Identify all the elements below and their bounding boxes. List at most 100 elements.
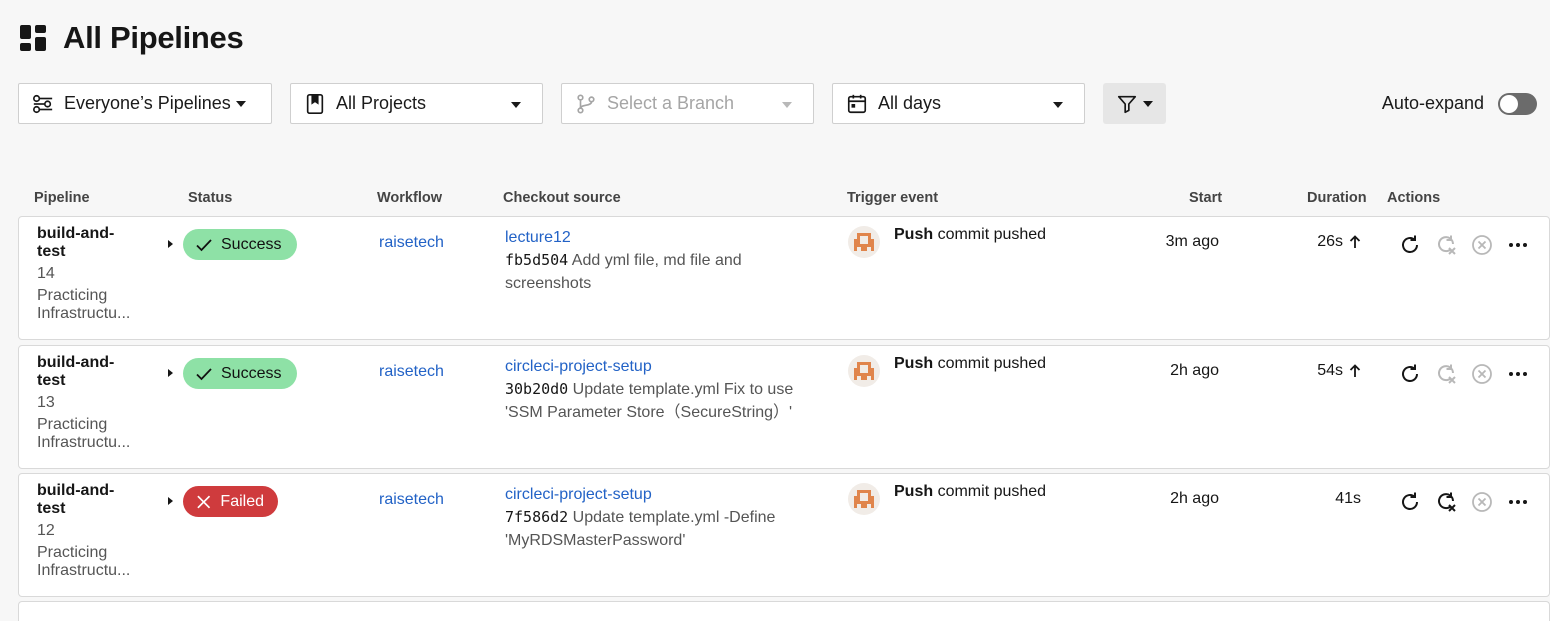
trigger-event: Push commit pushed xyxy=(848,355,1046,387)
cancel-button[interactable] xyxy=(1464,489,1500,515)
commit-sha[interactable]: 30b20d0 xyxy=(505,380,568,398)
trigger-type: Push xyxy=(894,355,934,372)
dashboard-icon xyxy=(20,25,46,51)
checkout-source: circleci-project-setup 30b20d0 Update te… xyxy=(505,355,825,424)
rerun-failed-button[interactable] xyxy=(1428,361,1464,387)
owner-dropdown[interactable]: Everyone’s Pipelines xyxy=(18,83,272,124)
filter-button[interactable] xyxy=(1103,83,1166,124)
trigger-text: commit pushed xyxy=(937,355,1047,372)
col-actions: Actions xyxy=(1387,190,1441,206)
rerun-button[interactable] xyxy=(1392,489,1428,515)
branch-dropdown[interactable]: Select a Branch xyxy=(561,83,814,124)
avatar xyxy=(848,483,880,515)
duration-value: 54s xyxy=(1317,362,1343,379)
pipeline-cell: build-and-test 12 Practicing Infrastruct… xyxy=(37,482,167,580)
chevron-down-icon xyxy=(1053,102,1063,108)
status-badge[interactable]: Success xyxy=(183,358,297,389)
start-time: 2h ago xyxy=(1170,490,1219,507)
status-badge[interactable]: Failed xyxy=(183,486,278,517)
table-row[interactable]: build-and-test 12 Practicing Infrastruct… xyxy=(18,473,1550,597)
pipeline-cell: build-and-test 13 Practicing Infrastruct… xyxy=(37,354,167,452)
date-dropdown[interactable]: All days xyxy=(832,83,1085,124)
rerun-button[interactable] xyxy=(1392,232,1428,258)
rerun-failed-icon xyxy=(1438,235,1456,255)
workflow-link[interactable]: raisetech xyxy=(379,363,444,381)
trigger-type: Push xyxy=(894,226,934,243)
col-status: Status xyxy=(188,190,233,206)
arrow-up-icon xyxy=(1349,235,1361,248)
chevron-down-icon xyxy=(511,102,521,108)
auto-expand-toggle[interactable] xyxy=(1498,92,1537,115)
rerun-button[interactable] xyxy=(1392,361,1428,387)
branch-link[interactable]: lecture12 xyxy=(505,226,825,249)
start-time: 3m ago xyxy=(1165,233,1219,250)
workflow-link[interactable]: raisetech xyxy=(379,491,444,509)
check-icon xyxy=(196,238,212,251)
cancel-icon xyxy=(1472,235,1492,255)
status-label: Failed xyxy=(220,492,264,510)
rerun-failed-button[interactable] xyxy=(1428,232,1464,258)
filter-bar: Everyone’s Pipelines All Projects Select… xyxy=(18,83,1550,124)
more-icon xyxy=(1509,243,1527,247)
duration-value: 41s xyxy=(1335,490,1361,507)
expand-row-icon[interactable] xyxy=(166,494,176,508)
table-row[interactable] xyxy=(18,601,1550,621)
expand-row-icon[interactable] xyxy=(166,237,176,251)
page-title: All Pipelines xyxy=(63,20,244,55)
trigger-text: commit pushed xyxy=(937,483,1047,500)
cancel-icon xyxy=(1472,364,1492,384)
table-header: Pipeline Status Workflow Checkout source… xyxy=(0,188,1550,208)
duration: 54s xyxy=(1317,362,1361,380)
trigger-type: Push xyxy=(894,483,934,500)
rerun-failed-icon xyxy=(1438,364,1456,384)
rerun-icon xyxy=(1402,492,1418,510)
row-actions xyxy=(1392,361,1536,387)
calendar-icon xyxy=(847,94,867,113)
project-name: Practicing Infrastructu... xyxy=(37,287,131,322)
project-name: Practicing Infrastructu... xyxy=(37,544,131,579)
pipelines-icon xyxy=(33,94,53,113)
col-pipeline: Pipeline xyxy=(34,190,90,206)
project-dropdown-label: All Projects xyxy=(336,93,427,113)
more-button[interactable] xyxy=(1500,361,1536,387)
table-row[interactable]: build-and-test 14 Practicing Infrastruct… xyxy=(18,216,1550,340)
trigger-event: Push commit pushed xyxy=(848,483,1046,515)
trigger-event: Push commit pushed xyxy=(848,226,1046,258)
row-actions xyxy=(1392,232,1536,258)
project-dropdown[interactable]: All Projects xyxy=(290,83,543,124)
pipeline-number: 14 xyxy=(37,265,55,282)
commit-sha[interactable]: fb5d504 xyxy=(505,251,568,269)
chevron-down-icon xyxy=(1143,100,1153,107)
avatar xyxy=(848,355,880,387)
rerun-failed-button[interactable] xyxy=(1428,489,1464,515)
owner-dropdown-label: Everyone’s Pipelines xyxy=(64,93,231,113)
checkout-source: lecture12 fb5d504 Add yml file, md file … xyxy=(505,226,825,295)
project-icon xyxy=(306,93,324,114)
cancel-button[interactable] xyxy=(1464,361,1500,387)
branch-icon xyxy=(577,93,595,114)
check-icon xyxy=(196,367,212,380)
commit-sha[interactable]: 7f586d2 xyxy=(505,508,568,526)
duration: 26s xyxy=(1317,233,1361,251)
more-icon xyxy=(1509,372,1527,376)
cancel-button[interactable] xyxy=(1464,232,1500,258)
pipeline-number: 12 xyxy=(37,522,55,539)
status-label: Success xyxy=(221,364,282,382)
workflow-link[interactable]: raisetech xyxy=(379,234,444,252)
page-header: All Pipelines xyxy=(19,18,244,58)
avatar xyxy=(848,226,880,258)
table-row[interactable]: build-and-test 13 Practicing Infrastruct… xyxy=(18,345,1550,469)
branch-link[interactable]: circleci-project-setup xyxy=(505,355,825,378)
pipeline-name[interactable]: build-and-test xyxy=(37,354,137,390)
pipeline-name[interactable]: build-and-test xyxy=(37,482,137,518)
pipeline-name[interactable]: build-and-test xyxy=(37,225,137,261)
rerun-failed-icon xyxy=(1438,492,1456,512)
pipeline-number: 13 xyxy=(37,394,55,411)
status-badge[interactable]: Success xyxy=(183,229,297,260)
col-duration: Duration xyxy=(1307,190,1367,206)
expand-row-icon[interactable] xyxy=(166,366,176,380)
more-button[interactable] xyxy=(1500,232,1536,258)
branch-link[interactable]: circleci-project-setup xyxy=(505,483,825,506)
date-dropdown-label: All days xyxy=(878,93,942,113)
more-button[interactable] xyxy=(1500,489,1536,515)
